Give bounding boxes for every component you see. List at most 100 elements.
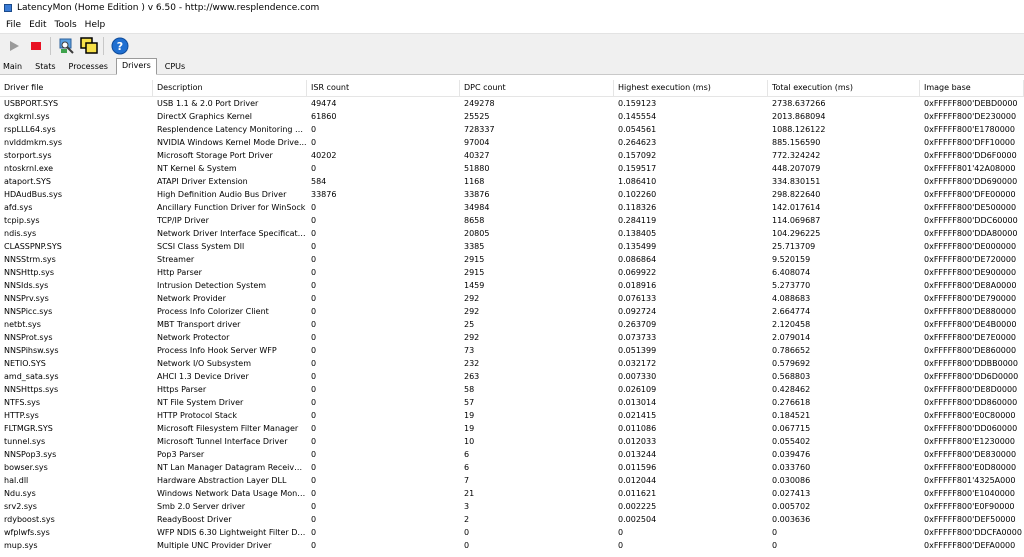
image-base-cell: 0xFFFFF800'DDA80000 [924, 229, 1018, 238]
table-row[interactable]: NETIO.SYS Network I/O Subsystem 0 232 0.0321… [0, 357, 1024, 370]
description-cell: Microsoft Storage Port Driver [157, 151, 273, 160]
menu-help[interactable]: Help [81, 20, 110, 30]
isr-count-cell: 584 [311, 177, 327, 186]
total-execution-cell: 0 [772, 528, 778, 537]
table-row[interactable]: NNSPop3.sys Pop3 Parser 0 6 0.013244 0.039476… [0, 448, 1024, 461]
dpc-count-cell: 57 [464, 398, 475, 407]
menu-edit[interactable]: Edit [25, 20, 50, 30]
table-row[interactable]: ndis.sys Network Driver Interface Specifi… [0, 227, 1024, 240]
driver-file-cell: NETIO.SYS [4, 359, 46, 368]
help-button[interactable]: ? [110, 36, 130, 56]
image-base-cell: 0xFFFFF800'DD860000 [924, 398, 1018, 407]
table-row[interactable]: rdyboost.sys ReadyBoost Driver 0 2 0.002504 0… [0, 513, 1024, 526]
table-row[interactable]: NNSPrv.sys Network Provider 0 292 0.076133 4.… [0, 292, 1024, 305]
table-row[interactable]: netbt.sys MBT Transport driver 0 25 0.263709… [0, 318, 1024, 331]
table-row[interactable]: NNSStrm.sys Streamer 0 2915 0.086864 9.520159… [0, 253, 1024, 266]
column-header-total-execution[interactable]: Total execution (ms) [768, 80, 920, 96]
toolbar-separator [103, 36, 104, 55]
table-row[interactable]: tcpip.sys TCP/IP Driver 0 8658 0.284119 114.0… [0, 214, 1024, 227]
stop-button[interactable] [26, 36, 46, 56]
highest-execution-cell: 0.076133 [618, 294, 657, 303]
image-base-cell: 0xFFFFF800'DE230000 [924, 112, 1017, 121]
table-row[interactable]: amd_sata.sys AHCI 1.3 Device Driver 0 263 0.… [0, 370, 1024, 383]
dpc-count-cell: 19 [464, 411, 475, 420]
tab-stats[interactable]: Stats [30, 60, 60, 74]
table-row[interactable]: FLTMGR.SYS Microsoft Filesystem Filter Ma… [0, 422, 1024, 435]
table-row[interactable]: NNSPihsw.sys Process Info Hook Server WFP… [0, 344, 1024, 357]
highest-execution-cell: 0.012044 [618, 476, 657, 485]
column-header-driver-file[interactable]: Driver file [0, 80, 153, 96]
column-header-highest-execution[interactable]: Highest execution (ms) [614, 80, 768, 96]
description-cell: NVIDIA Windows Kernel Mode Drive... [157, 138, 307, 147]
table-row[interactable]: mup.sys Multiple UNC Provider Driver 0 0 0 0 0… [0, 539, 1024, 552]
tab-processes[interactable]: Processes [64, 60, 113, 74]
image-base-cell: 0xFFFFF800'DE880000 [924, 307, 1017, 316]
menu-file[interactable]: File [0, 20, 25, 30]
table-row[interactable]: dxgkrnl.sys DirectX Graphics Kernel 61860 2… [0, 110, 1024, 123]
table-row[interactable]: nvlddmkm.sys NVIDIA Windows Kernel Mode D… [0, 136, 1024, 149]
table-row[interactable]: NNSProt.sys Network Protector 0 292 0.073733… [0, 331, 1024, 344]
driver-file-cell: HTTP.sys [4, 411, 39, 420]
isr-count-cell: 0 [311, 463, 317, 472]
total-execution-cell: 0.033760 [772, 463, 811, 472]
column-header-image-base[interactable]: Image base [920, 80, 1024, 96]
description-cell: DirectX Graphics Kernel [157, 112, 252, 121]
table-row[interactable]: NNSHttp.sys Http Parser 0 2915 0.069922 6.408… [0, 266, 1024, 279]
dpc-count-cell: 1459 [464, 281, 485, 290]
table-row[interactable]: CLASSPNP.SYS SCSI Class System Dll 0 3385 0.… [0, 240, 1024, 253]
image-base-cell: 0xFFFFF800'DD6F0000 [924, 151, 1017, 160]
highest-execution-cell: 0.007330 [618, 372, 657, 381]
tab-drivers[interactable]: Drivers [115, 58, 157, 75]
tab-main[interactable]: Main [0, 60, 27, 74]
isr-count-cell: 0 [311, 398, 317, 407]
table-row[interactable]: HTTP.sys HTTP Protocol Stack 0 19 0.021415 0.… [0, 409, 1024, 422]
table-row[interactable]: NTFS.sys NT File System Driver 0 57 0.013014… [0, 396, 1024, 409]
table-row[interactable]: afd.sys Ancillary Function Driver for Win… [0, 201, 1024, 214]
table-row[interactable]: hal.dll Hardware Abstraction Layer DLL 0 7 0… [0, 474, 1024, 487]
dpc-count-cell: 728337 [464, 125, 495, 134]
analyze-button[interactable] [57, 36, 77, 56]
highest-execution-cell: 0.069922 [618, 268, 657, 277]
description-cell: Intrusion Detection System [157, 281, 267, 290]
isr-count-cell: 0 [311, 489, 317, 498]
total-execution-cell: 772.324242 [772, 151, 821, 160]
toolbar: ? [0, 33, 1024, 57]
driver-file-cell: HDAudBus.sys [4, 190, 62, 199]
column-header-description[interactable]: Description [153, 80, 307, 96]
column-header-isr-count[interactable]: ISR count [307, 80, 460, 96]
description-cell: Windows Network Data Usage Monit... [157, 489, 307, 498]
app-icon [4, 4, 12, 12]
table-row[interactable]: NNSPicc.sys Process Info Colorizer Client… [0, 305, 1024, 318]
image-base-cell: 0xFFFFF800'DD690000 [924, 177, 1018, 186]
driver-file-cell: Ndu.sys [4, 489, 36, 498]
table-row[interactable]: NNSHttps.sys Https Parser 0 58 0.026109 0.428… [0, 383, 1024, 396]
start-button[interactable] [4, 36, 24, 56]
isr-count-cell: 0 [311, 281, 317, 290]
table-row[interactable]: storport.sys Microsoft Storage Port Drive… [0, 149, 1024, 162]
title-bar: LatencyMon (Home Edition ) v 6.50 - http… [0, 0, 1024, 16]
table-row[interactable]: NNSIds.sys Intrusion Detection System 0 145… [0, 279, 1024, 292]
analyze-icon [59, 38, 74, 54]
table-row[interactable]: rspLLL64.sys Resplendence Latency Monitor… [0, 123, 1024, 136]
image-base-cell: 0xFFFFF800'DE790000 [924, 294, 1017, 303]
menu-tools[interactable]: Tools [51, 20, 81, 30]
highest-execution-cell: 0.002225 [618, 502, 657, 511]
image-base-cell: 0xFFFFF800'DD6D0000 [924, 372, 1019, 381]
table-row[interactable]: bowser.sys NT Lan Manager Datagram Receiv… [0, 461, 1024, 474]
tab-cpus[interactable]: CPUs [160, 60, 190, 74]
drivers-table: Driver file Description ISR count DPC co… [0, 80, 1024, 552]
table-row[interactable]: wfplwfs.sys WFP NDIS 6.30 Lightweight Fil… [0, 526, 1024, 539]
description-cell: NT File System Driver [157, 398, 244, 407]
table-row[interactable]: ataport.SYS ATAPI Driver Extension 584 1168… [0, 175, 1024, 188]
table-row[interactable]: HDAudBus.sys High Definition Audio Bus Dr… [0, 188, 1024, 201]
table-row[interactable]: srv2.sys Smb 2.0 Server driver 0 3 0.002225 0… [0, 500, 1024, 513]
total-execution-cell: 4.088683 [772, 294, 811, 303]
isr-count-cell: 0 [311, 359, 317, 368]
table-row[interactable]: ntoskrnl.exe NT Kernel & System 0 51880 0.15… [0, 162, 1024, 175]
driver-file-cell: nvlddmkm.sys [4, 138, 63, 147]
column-header-dpc-count[interactable]: DPC count [460, 80, 614, 96]
table-row[interactable]: USBPORT.SYS USB 1.1 & 2.0 Port Driver 4947… [0, 97, 1024, 110]
table-row[interactable]: Ndu.sys Windows Network Data Usage Monit.… [0, 487, 1024, 500]
windows-button[interactable] [79, 36, 99, 56]
table-row[interactable]: tunnel.sys Microsoft Tunnel Interface Dri… [0, 435, 1024, 448]
